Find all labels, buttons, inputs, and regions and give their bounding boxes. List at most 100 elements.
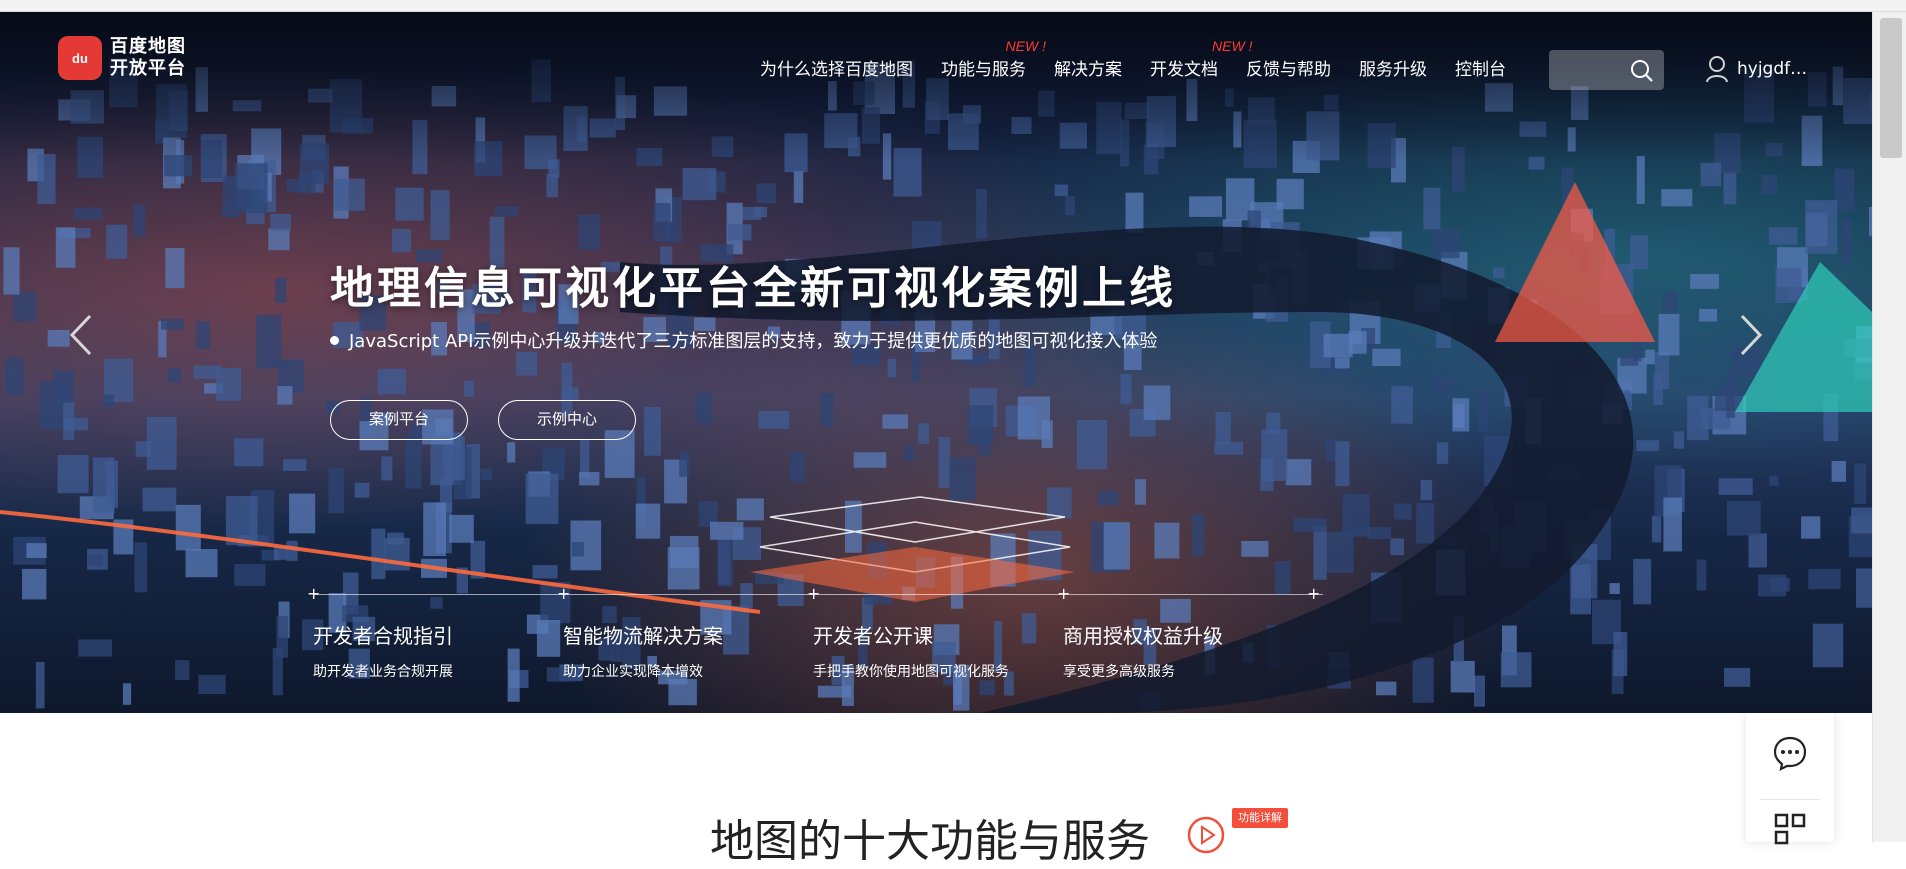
building-block: [1700, 408, 1731, 430]
building-block: [1276, 178, 1304, 210]
feature-item-license-upgrade[interactable]: 商用授权权益升级 享受更多高级服务: [1063, 620, 1303, 681]
building-block: [1097, 491, 1119, 506]
nav-item-docs[interactable]: 开发文档: [1136, 50, 1232, 90]
page-scrollbar[interactable]: [1872, 12, 1906, 842]
building-block: [1727, 501, 1761, 536]
building-block: [3, 247, 20, 295]
building-block: [790, 451, 805, 482]
section-title: 地图的十大功能与服务: [710, 816, 1150, 867]
chevron-right-icon[interactable]: [1736, 312, 1766, 358]
building-block: [1663, 497, 1682, 552]
logo-line-1: 百度地图: [110, 36, 186, 57]
building-block: [1017, 396, 1050, 440]
main-nav: 为什么选择百度地图 功能与服务 NEW ! 解决方案 开发文档 反馈与帮助 NE…: [746, 38, 1520, 90]
building-block: [1696, 559, 1707, 591]
building-block: [1653, 372, 1663, 405]
building-block: [949, 457, 976, 501]
building-block: [967, 405, 994, 445]
building-block: [938, 436, 951, 488]
building-block: [1758, 574, 1787, 597]
hero-subtitle: JavaScript API示例中心升级并迭代了三方标准图层的支持，致力于提供更…: [330, 327, 1157, 353]
building-block: [276, 616, 289, 658]
building-block: [423, 502, 446, 557]
building-block: [103, 394, 115, 408]
building-block: [1812, 623, 1844, 668]
building-block: [1054, 184, 1068, 197]
example-center-button[interactable]: 示例中心: [498, 400, 636, 440]
nav-item-features[interactable]: 功能与服务 NEW !: [927, 38, 1046, 90]
search-icon[interactable]: [1630, 59, 1654, 83]
building-block: [578, 214, 600, 250]
feature-item-logistics[interactable]: 智能物流解决方案 助力企业实现降本增效: [563, 620, 803, 681]
nav-item-console[interactable]: 控制台: [1441, 50, 1520, 90]
nav-item-why-baidu[interactable]: 为什么选择百度地图: [746, 50, 927, 90]
play-icon[interactable]: [1186, 815, 1226, 855]
building-block: [758, 411, 790, 429]
building-block: [1661, 189, 1693, 207]
building-block: [1189, 196, 1223, 217]
nav-item-upgrade[interactable]: 服务升级: [1345, 50, 1441, 90]
chevron-left-icon[interactable]: [66, 312, 96, 358]
building-block: [1831, 461, 1846, 482]
building-block: [515, 351, 537, 376]
feature-item-open-class[interactable]: 开发者公开课 手把手教你使用地图可视化服务: [813, 620, 1053, 681]
building-block: [275, 278, 287, 303]
logo-text: 百度地图 开放平台: [110, 36, 186, 80]
nav-item-feedback[interactable]: 反馈与帮助 NEW !: [1212, 38, 1345, 90]
building-block: [845, 500, 862, 553]
user-menu[interactable]: hyjgdf…: [1705, 54, 1807, 84]
building-block: [1076, 419, 1108, 470]
browser-chrome: [0, 0, 1906, 12]
baidu-map-logo[interactable]: du 百度地图 开放平台: [58, 34, 198, 82]
building-block: [1834, 168, 1855, 211]
building-block: [334, 178, 365, 211]
building-block: [904, 446, 915, 461]
building-block: [1492, 267, 1505, 278]
building-block: [185, 549, 218, 578]
hero-banner: 地理信息可视化平台全新可视化案例上线 JavaScript API示例中心升级并…: [0, 12, 1872, 713]
username: hyjgdf…: [1737, 59, 1808, 79]
building-block: [1620, 355, 1639, 366]
building-block: [682, 168, 717, 201]
building-block: [57, 455, 89, 494]
plus-marker: +: [307, 584, 321, 603]
bullet-dot: [330, 335, 339, 345]
building-block: [1376, 681, 1397, 696]
nav-item-label: 功能与服务: [941, 60, 1026, 80]
building-block: [1412, 657, 1434, 703]
panel-divider: [1760, 799, 1820, 800]
building-block: [387, 532, 404, 545]
building-block: [579, 471, 600, 486]
scrollbar-thumb[interactable]: [1880, 18, 1902, 158]
logo-line-2: 开放平台: [110, 58, 186, 79]
building-block: [1500, 652, 1532, 688]
building-block: [55, 227, 76, 268]
building-block: [1293, 517, 1327, 532]
nav-item-label: 服务升级: [1359, 60, 1427, 80]
building-block: [853, 452, 887, 468]
feature-title: 商用授权权益升级: [1063, 624, 1223, 648]
building-block: [1748, 533, 1767, 568]
chat-icon[interactable]: [1772, 735, 1808, 771]
building-block: [1065, 196, 1075, 215]
feature-title: 开发者合规指引: [313, 624, 453, 648]
building-block: [1609, 583, 1620, 594]
search-input[interactable]: [1549, 50, 1664, 90]
nav-item-label: 解决方案: [1054, 60, 1122, 80]
building-block: [793, 171, 804, 203]
plus-marker: +: [1057, 584, 1071, 603]
building-block: [755, 206, 768, 218]
building-block: [1215, 412, 1231, 445]
nav-item-solutions[interactable]: 解决方案: [1040, 50, 1136, 90]
building-block: [106, 224, 128, 259]
feature-detail-badge[interactable]: 功能详解: [1232, 808, 1288, 828]
case-platform-button[interactable]: 案例平台: [330, 400, 468, 440]
feature-item-compliance[interactable]: 开发者合规指引 助开发者业务合规开展: [313, 620, 553, 681]
building-block: [5, 358, 24, 395]
building-block: [1477, 389, 1489, 432]
qr-code-icon[interactable]: [1774, 813, 1806, 845]
building-block: [1367, 526, 1392, 539]
building-block: [1690, 273, 1719, 289]
building-block: [696, 392, 712, 425]
building-block: [122, 683, 132, 705]
